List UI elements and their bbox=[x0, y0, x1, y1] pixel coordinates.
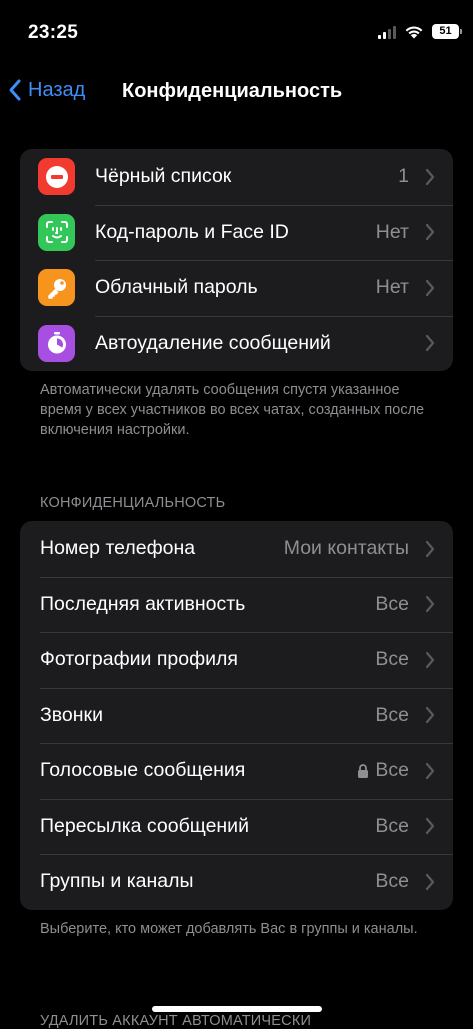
profile-photos-row[interactable]: Фотографии профиля Все bbox=[20, 632, 453, 688]
row-value: Все bbox=[375, 648, 409, 671]
home-indicator bbox=[152, 1006, 322, 1012]
row-label: Облачный пароль bbox=[95, 276, 258, 299]
key-icon bbox=[38, 269, 75, 307]
face-id-icon bbox=[38, 213, 75, 251]
privacy-section-header: КОНФИДЕНЦИАЛЬНОСТЬ bbox=[40, 495, 226, 511]
row-label: Автоудаление сообщений bbox=[95, 331, 331, 354]
chevron-right-icon bbox=[425, 762, 435, 779]
auto-delete-footer-text: Автоматически удалять сообщения спустя у… bbox=[40, 382, 425, 438]
row-value: Все bbox=[375, 703, 409, 726]
lock-icon bbox=[358, 763, 369, 778]
cloud-password-row[interactable]: Облачный пароль Нет bbox=[20, 260, 453, 316]
row-label: Пересылка сообщений bbox=[40, 814, 249, 837]
row-label: Голосовые сообщения bbox=[40, 759, 246, 782]
row-value: Нет bbox=[375, 220, 409, 243]
blocked-icon bbox=[38, 158, 75, 196]
row-value: Все bbox=[375, 592, 409, 615]
row-value: 1 bbox=[398, 165, 409, 188]
calls-row[interactable]: Звонки Все bbox=[20, 687, 453, 744]
row-label: Номер телефона bbox=[40, 537, 196, 560]
row-label: Группы и каналы bbox=[40, 870, 194, 893]
chevron-right-icon bbox=[425, 224, 435, 241]
status-time: 23:25 bbox=[28, 22, 79, 43]
chevron-right-icon bbox=[425, 651, 435, 668]
wifi-icon bbox=[405, 26, 423, 39]
timer-icon bbox=[38, 324, 75, 362]
forwarded-messages-row[interactable]: Пересылка сообщений Все bbox=[20, 798, 453, 855]
chevron-right-icon bbox=[425, 873, 435, 890]
groups-and-channels-row[interactable]: Группы и каналы Все bbox=[20, 854, 453, 910]
passcode-face-id-row[interactable]: Код-пароль и Face ID Нет bbox=[20, 204, 453, 261]
row-value: Нет bbox=[375, 276, 409, 299]
chevron-right-icon bbox=[425, 818, 435, 835]
battery-icon: 51 bbox=[432, 24, 462, 39]
row-label: Чёрный список bbox=[95, 165, 232, 188]
last-seen-row[interactable]: Последняя активность Все bbox=[20, 576, 453, 633]
chevron-right-icon bbox=[425, 596, 435, 613]
chevron-right-icon bbox=[425, 707, 435, 724]
status-icons: 51 bbox=[378, 24, 462, 39]
phone-number-row[interactable]: Номер телефона Мои контакты bbox=[20, 521, 453, 577]
page-title: Конфиденциальность bbox=[122, 80, 343, 102]
security-settings-group: Чёрный список 1 Код-пароль и Face ID Нет… bbox=[20, 149, 453, 371]
voice-messages-row[interactable]: Голосовые сообщения Все bbox=[20, 743, 453, 799]
cellular-signal-icon bbox=[378, 25, 396, 39]
navigation-bar: Назад Конфиденциальность bbox=[0, 66, 473, 116]
blacklist-row[interactable]: Чёрный список 1 bbox=[20, 149, 453, 205]
row-label: Последняя активность bbox=[40, 592, 246, 615]
row-label: Код-пароль и Face ID bbox=[95, 220, 289, 243]
chevron-right-icon bbox=[425, 168, 435, 185]
status-bar: 23:25 51 bbox=[0, 0, 473, 66]
auto-delete-messages-row[interactable]: Автоудаление сообщений bbox=[20, 315, 453, 372]
chevron-right-icon bbox=[425, 540, 435, 557]
back-button-label: Назад bbox=[28, 78, 86, 101]
chevron-right-icon bbox=[425, 335, 435, 352]
row-value-text: Все bbox=[375, 759, 409, 782]
row-value: Все bbox=[375, 814, 409, 837]
chevron-right-icon bbox=[425, 279, 435, 296]
privacy-settings-group: Номер телефона Мои контакты Последняя ак… bbox=[20, 521, 453, 910]
row-label: Фотографии профиля bbox=[40, 648, 238, 671]
row-value: Мои контакты bbox=[283, 537, 409, 560]
chevron-left-icon bbox=[9, 79, 21, 101]
row-value: Все bbox=[357, 759, 409, 782]
row-label: Звонки bbox=[40, 703, 103, 726]
groups-footer-text: Выберите, кто может добавлять Вас в груп… bbox=[40, 921, 418, 937]
auto-delete-account-section-header: УДАЛИТЬ АККАУНТ АВТОМАТИЧЕСКИ bbox=[40, 1013, 312, 1029]
back-button[interactable]: Назад bbox=[8, 78, 85, 102]
row-value: Все bbox=[375, 870, 409, 893]
